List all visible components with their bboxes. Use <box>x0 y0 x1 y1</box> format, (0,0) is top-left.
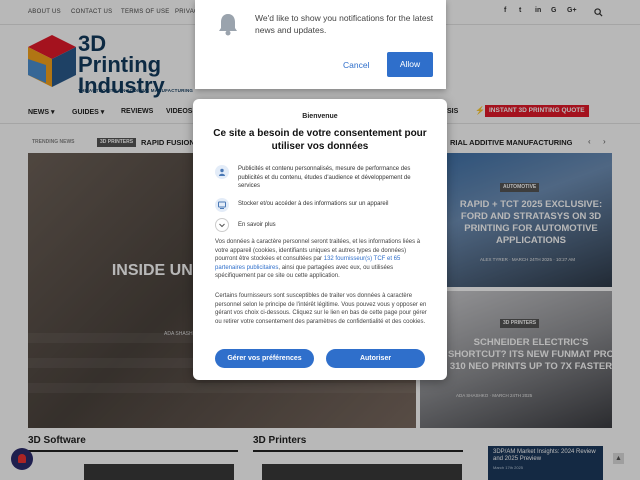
consent-dialog: Bienvenue Ce site a besoin de votre cons… <box>193 99 447 380</box>
device-icon <box>215 198 229 212</box>
notification-prompt: We'd like to show you notifications for … <box>195 0 446 89</box>
notification-cancel-button[interactable]: Cancel <box>343 60 369 70</box>
consent-learn-more-text[interactable]: En savoir plus <box>238 221 428 230</box>
chevron-down-icon[interactable] <box>215 218 229 232</box>
manage-preferences-button[interactable]: Gérer vos préférences <box>215 349 314 368</box>
person-icon <box>215 165 229 179</box>
consent-item-ads: Publicités et contenu personnalisés, mes… <box>215 165 429 195</box>
consent-paragraph-1: Vos données à caractère personnel seront… <box>215 238 427 281</box>
consent-welcome: Bienvenue <box>302 113 338 120</box>
consent-item-storage: Stocker et/ou accéder à des informations… <box>215 198 429 212</box>
consent-item-storage-text: Stocker et/ou accéder à des informations… <box>238 201 389 207</box>
consent-learn-more[interactable]: En savoir plus <box>215 218 429 232</box>
notification-allow-button[interactable]: Allow <box>387 52 433 77</box>
consent-item-ads-text: Publicités et contenu personnalisés, mes… <box>238 166 411 189</box>
bell-icon <box>219 14 237 36</box>
consent-heading: Ce site a besoin de votre consentement p… <box>213 128 427 152</box>
consent-paragraph-2: Certains fournisseurs sont susceptibles … <box>215 293 427 325</box>
accept-button[interactable]: Autoriser <box>326 349 425 368</box>
notification-message: We'd like to show you notifications for … <box>255 13 434 35</box>
